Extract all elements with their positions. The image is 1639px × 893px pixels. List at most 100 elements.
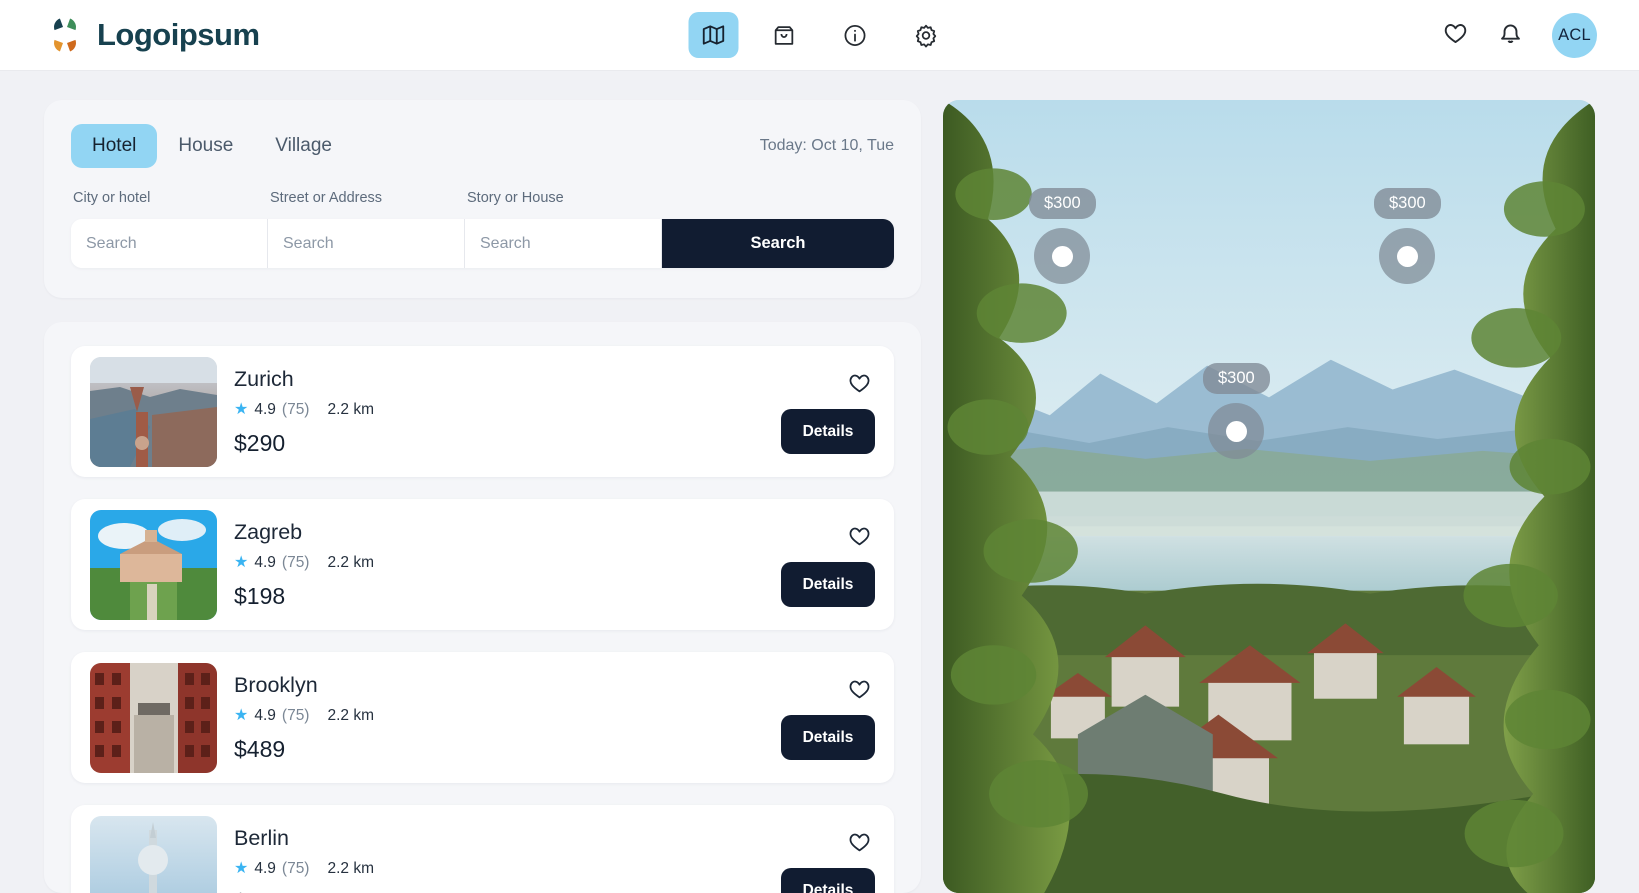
map-marker-dot-icon bbox=[1208, 403, 1265, 459]
listing-body: Berlin ★ 4.9 (75) 2.2 km $250 bbox=[234, 825, 875, 893]
header-nav bbox=[688, 12, 951, 58]
listing-price: $198 bbox=[234, 582, 286, 609]
listing-distance: 2.2 km bbox=[327, 859, 374, 877]
property-type-tabs: Hotel House Village Today: Oct 10, Tue bbox=[71, 124, 894, 168]
city-or-hotel-input[interactable] bbox=[71, 219, 268, 268]
listing-reviews: (75) bbox=[281, 553, 310, 571]
listing-card[interactable]: Brooklyn ★ 4.9 (75) 2.2 km $489 Details bbox=[71, 652, 894, 783]
listing-title: Zagreb bbox=[234, 520, 303, 545]
map-marker-price: $300 bbox=[1374, 188, 1441, 219]
search-inputs-row: Search bbox=[71, 219, 894, 268]
map-nav-button[interactable] bbox=[688, 12, 738, 58]
tab-house[interactable]: House bbox=[157, 124, 254, 168]
heart-icon bbox=[847, 527, 872, 552]
listing-body: Zurich ★ 4.9 (75) 2.2 km $290 bbox=[234, 366, 875, 457]
listing-rating: 4.9 bbox=[254, 706, 276, 724]
listing-rating: 4.9 bbox=[254, 400, 276, 418]
listing-thumbnail bbox=[90, 662, 217, 773]
brand-name: Logoipsum bbox=[97, 17, 260, 52]
today-date-label: Today: Oct 10, Tue bbox=[759, 137, 894, 154]
listing-thumbnail bbox=[90, 509, 217, 620]
listing-rating: 4.9 bbox=[254, 859, 276, 877]
notifications-button[interactable] bbox=[1497, 19, 1524, 51]
listing-reviews: (75) bbox=[281, 859, 310, 877]
brand-logo[interactable]: Logoipsum bbox=[44, 14, 260, 56]
listing-thumbnail bbox=[90, 815, 217, 893]
listing-thumbnail bbox=[90, 356, 217, 467]
story-or-house-input[interactable] bbox=[465, 219, 662, 268]
map-marker-dot-icon bbox=[1379, 228, 1436, 284]
label-city-or-hotel: City or hotel bbox=[73, 190, 151, 206]
listing-distance: 2.2 km bbox=[327, 400, 374, 418]
listing-title: Zurich bbox=[234, 367, 294, 392]
map-price-marker[interactable]: $300 bbox=[1029, 188, 1096, 284]
details-button[interactable]: Details bbox=[781, 562, 875, 607]
listing-price: $489 bbox=[234, 735, 286, 762]
tab-hotel[interactable]: Hotel bbox=[71, 124, 158, 168]
search-button[interactable]: Search bbox=[662, 219, 894, 268]
heart-icon bbox=[1442, 19, 1469, 51]
map-price-marker[interactable]: $300 bbox=[1374, 188, 1441, 284]
listing-price: $290 bbox=[234, 429, 286, 456]
left-column: Hotel House Village Today: Oct 10, Tue C… bbox=[44, 100, 921, 893]
details-button[interactable]: Details bbox=[781, 715, 875, 760]
details-button[interactable]: Details bbox=[781, 409, 875, 454]
right-column: $300 $300 $300 bbox=[943, 100, 1595, 893]
listing-card[interactable]: Berlin ★ 4.9 (75) 2.2 km $250 bbox=[71, 805, 894, 893]
info-icon bbox=[843, 23, 868, 48]
header-actions: ACL bbox=[1442, 12, 1597, 58]
tab-village[interactable]: Village bbox=[254, 124, 353, 168]
user-avatar[interactable]: ACL bbox=[1552, 12, 1597, 58]
listings-panel: Zurich ★ 4.9 (75) 2.2 km $290 Details Za… bbox=[44, 322, 921, 893]
listing-distance: 2.2 km bbox=[327, 553, 374, 571]
listing-title: Berlin bbox=[234, 826, 289, 851]
bell-icon bbox=[1497, 19, 1524, 51]
listing-price: $250 bbox=[234, 889, 875, 893]
map-price-marker[interactable]: $300 bbox=[1203, 363, 1270, 459]
star-icon: ★ bbox=[234, 706, 249, 724]
listing-body: Zagreb ★ 4.9 (75) 2.2 km $198 bbox=[234, 519, 875, 610]
map-icon bbox=[700, 22, 726, 48]
listing-reviews: (75) bbox=[281, 400, 310, 418]
listing-meta: ★ 4.9 (75) 2.2 km bbox=[234, 401, 875, 419]
label-story-or-house: Story or House bbox=[467, 190, 564, 206]
listing-rating: 4.9 bbox=[254, 553, 276, 571]
heart-icon bbox=[847, 374, 872, 399]
street-or-address-input[interactable] bbox=[268, 219, 465, 268]
listing-title: Brooklyn bbox=[234, 673, 318, 698]
favorite-listing-button[interactable] bbox=[847, 829, 872, 854]
star-icon: ★ bbox=[234, 400, 249, 418]
heart-icon bbox=[847, 680, 872, 705]
listing-meta: ★ 4.9 (75) 2.2 km bbox=[234, 860, 875, 878]
listing-body: Brooklyn ★ 4.9 (75) 2.2 km $489 bbox=[234, 672, 875, 763]
map-marker-price: $300 bbox=[1203, 363, 1270, 394]
info-nav-button[interactable] bbox=[830, 12, 880, 58]
app-header: Logoipsum ACL bbox=[0, 0, 1639, 71]
listing-reviews: (75) bbox=[281, 706, 310, 724]
favorite-listing-button[interactable] bbox=[847, 523, 872, 548]
listing-distance: 2.2 km bbox=[327, 706, 374, 724]
gear-icon bbox=[914, 23, 939, 48]
search-field-labels: City or hotel Street or Address Story or… bbox=[71, 190, 894, 206]
logoipsum-mark-icon bbox=[44, 14, 86, 56]
favorite-listing-button[interactable] bbox=[847, 676, 872, 701]
bag-nav-button[interactable] bbox=[759, 12, 809, 58]
map-marker-dot-icon bbox=[1034, 228, 1091, 284]
heart-icon bbox=[847, 833, 872, 858]
listing-card[interactable]: Zagreb ★ 4.9 (75) 2.2 km $198 Details bbox=[71, 499, 894, 630]
shopping-bag-icon bbox=[772, 23, 797, 48]
listing-card[interactable]: Zurich ★ 4.9 (75) 2.2 km $290 Details bbox=[71, 346, 894, 477]
details-button[interactable]: Details bbox=[781, 868, 875, 893]
star-icon: ★ bbox=[234, 553, 249, 571]
favorite-listing-button[interactable] bbox=[847, 370, 872, 395]
map-panel[interactable]: $300 $300 $300 bbox=[943, 100, 1595, 893]
settings-nav-button[interactable] bbox=[901, 12, 951, 58]
favorites-button[interactable] bbox=[1442, 19, 1469, 51]
label-street-or-address: Street or Address bbox=[270, 190, 383, 206]
listing-meta: ★ 4.9 (75) 2.2 km bbox=[234, 707, 875, 725]
search-panel: Hotel House Village Today: Oct 10, Tue C… bbox=[44, 100, 921, 298]
map-marker-price: $300 bbox=[1029, 188, 1096, 219]
page-content: Hotel House Village Today: Oct 10, Tue C… bbox=[0, 71, 1639, 893]
listing-meta: ★ 4.9 (75) 2.2 km bbox=[234, 554, 875, 572]
star-icon: ★ bbox=[234, 859, 249, 877]
